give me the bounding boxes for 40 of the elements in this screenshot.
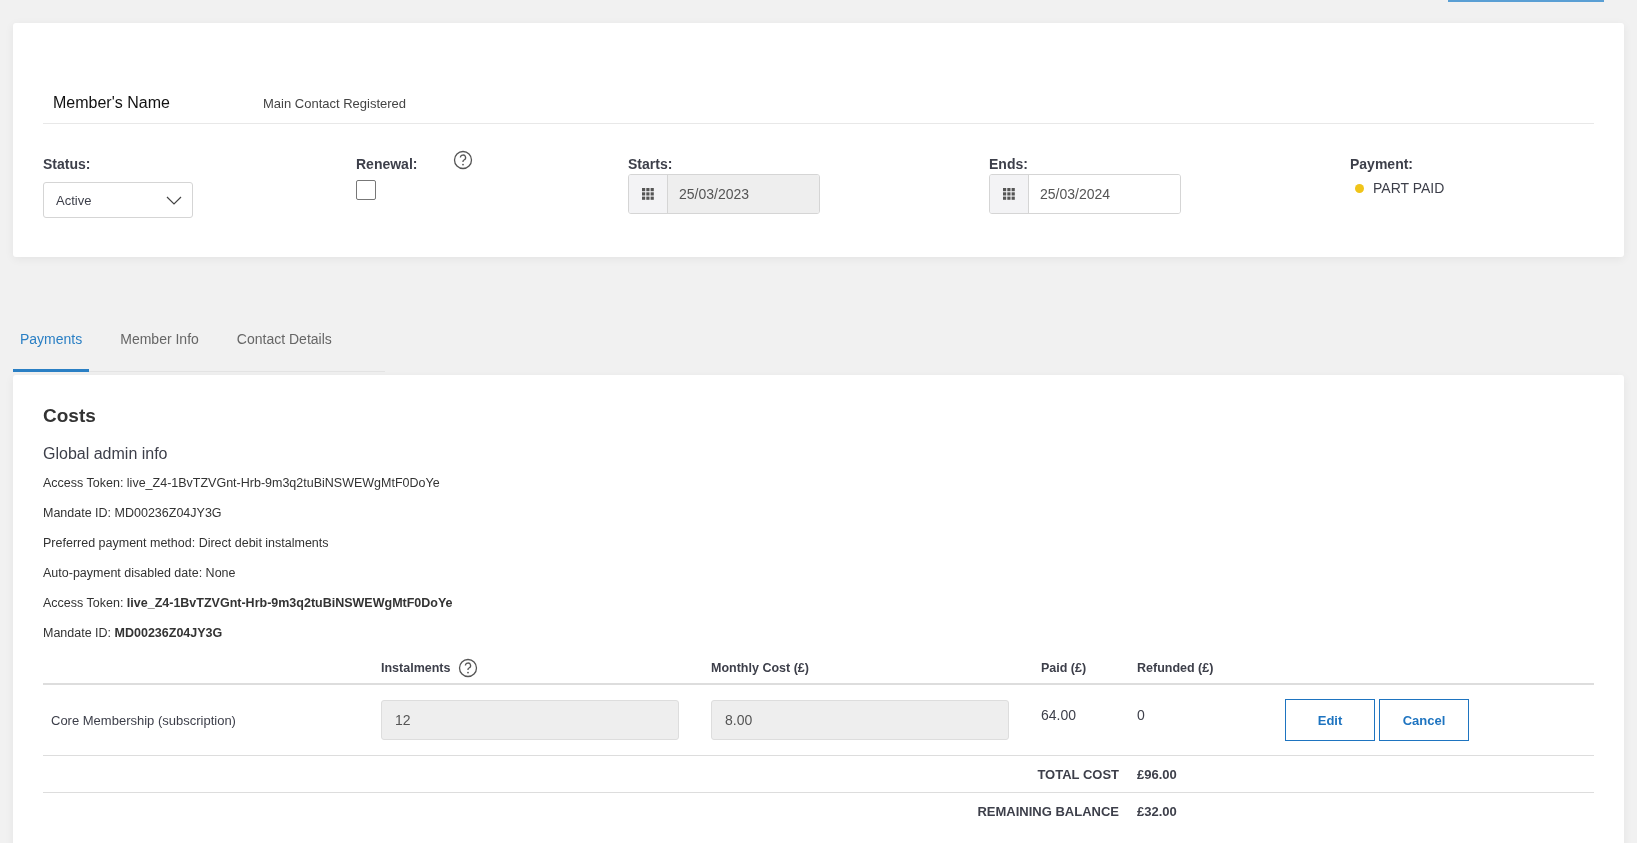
field-label: Ends: [989, 156, 1029, 172]
field-label: Status: [43, 156, 92, 172]
chevron-icon [166, 195, 182, 205]
tab[interactable]: Member Info [113, 257, 206, 372]
info-line: Access Token: live_Z4-1BvTZVGnt-Hrb-9m3q2tuBiNSWEWgMtF0DoYe [43, 595, 454, 612]
calendar-icon [1003, 188, 1015, 200]
renewal-checkbox[interactable] [356, 180, 376, 200]
info-line: Mandate ID: MD00236Z04JY3G [43, 505, 223, 522]
info-line: Preferred payment method: Direct debit instalments [43, 535, 330, 552]
tab[interactable]: Payments [13, 257, 90, 372]
cancel-button[interactable]: Cancel [1379, 699, 1469, 741]
section-subtitle: Global admin info [43, 445, 169, 463]
table-cell-text: Core Membership (subscription) [50, 712, 237, 728]
field-label: Payment: [1350, 156, 1415, 172]
edit-button[interactable]: Edit [1285, 699, 1375, 741]
section-title: Costs [43, 405, 97, 427]
total-label: REMAINING BALANCE [976, 803, 1120, 819]
table-cell-text: 0 [1137, 707, 1146, 723]
column-header: Paid (£) [1041, 661, 1087, 675]
table-cell-text: 64.00 [1041, 707, 1078, 723]
column-header: Monthly Cost (£) [711, 661, 809, 675]
calendar-icon [642, 188, 654, 200]
status-select[interactable]: Active [43, 182, 193, 218]
info-line: Auto-payment disabled date: None [43, 565, 237, 582]
total-value: £32.00 [1137, 803, 1178, 819]
column-header: Refunded (£) [1137, 661, 1214, 675]
member-name-value: Main Contact Registered [263, 95, 407, 111]
help-icon[interactable] [453, 150, 474, 170]
payment-status: PART PAID [1373, 180, 1445, 196]
date-field[interactable]: 25/03/2024 [989, 174, 1181, 214]
member-name-label: Member's Name [53, 94, 171, 112]
total-value: £96.00 [1137, 766, 1178, 782]
column-header: Instalments [381, 661, 451, 675]
info-line: Mandate ID: MD00236Z04JY3G [43, 625, 224, 642]
field-label: Renewal: [356, 156, 418, 172]
total-label: TOTAL COST [1036, 766, 1120, 782]
field-label: Starts: [628, 156, 674, 172]
info-line: Access Token: live_Z4-1BvTZVGnt-Hrb-9m3q2tuBiNSWEWgMtF0DoYe [43, 475, 441, 492]
tab[interactable]: Contact Details [229, 257, 339, 372]
help-icon[interactable] [458, 658, 479, 678]
